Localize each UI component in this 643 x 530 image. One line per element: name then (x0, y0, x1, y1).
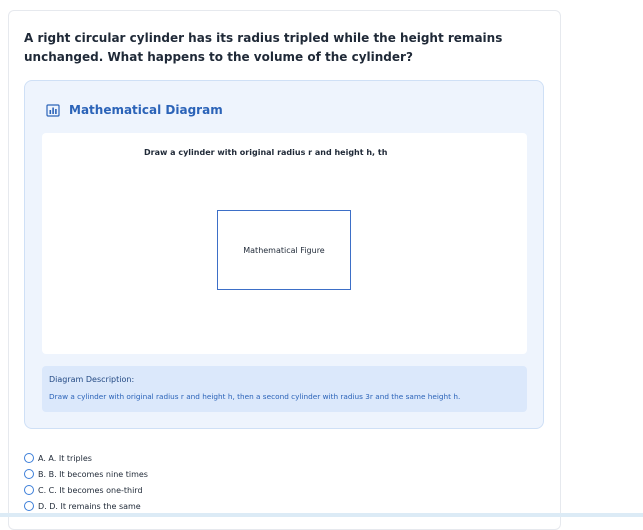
radio-button[interactable] (24, 501, 34, 511)
bottom-divider (0, 513, 643, 517)
option-label: D. D. It remains the same (38, 501, 141, 511)
option-d[interactable]: D. D. It remains the same (24, 498, 148, 514)
figure-label: Mathematical Figure (243, 245, 325, 255)
question-text: A right circular cylinder has its radius… (24, 31, 503, 64)
radio-button[interactable] (24, 485, 34, 495)
bar-chart-icon (46, 104, 60, 117)
description-text: Draw a cylinder with original radius r a… (49, 392, 461, 401)
diagram-title: Mathematical Diagram (69, 103, 223, 117)
option-label: A. A. It triples (38, 453, 92, 463)
radio-button[interactable] (24, 469, 34, 479)
option-label: B. B. It becomes nine times (38, 469, 148, 479)
option-label: C. C. It becomes one-third (38, 485, 143, 495)
option-b[interactable]: B. B. It becomes nine times (24, 466, 148, 482)
description-label: Diagram Description: (49, 375, 135, 384)
figure-placeholder: Mathematical Figure (217, 210, 351, 290)
option-c[interactable]: C. C. It becomes one-third (24, 482, 148, 498)
option-a[interactable]: A. A. It triples (24, 450, 148, 466)
description-box (42, 366, 527, 412)
radio-button[interactable] (24, 453, 34, 463)
diagram-header: Mathematical Diagram (45, 101, 223, 119)
answer-options: A. A. It triples B. B. It becomes nine t… (24, 450, 148, 514)
figure-caption: Draw a cylinder with original radius r a… (144, 148, 388, 157)
